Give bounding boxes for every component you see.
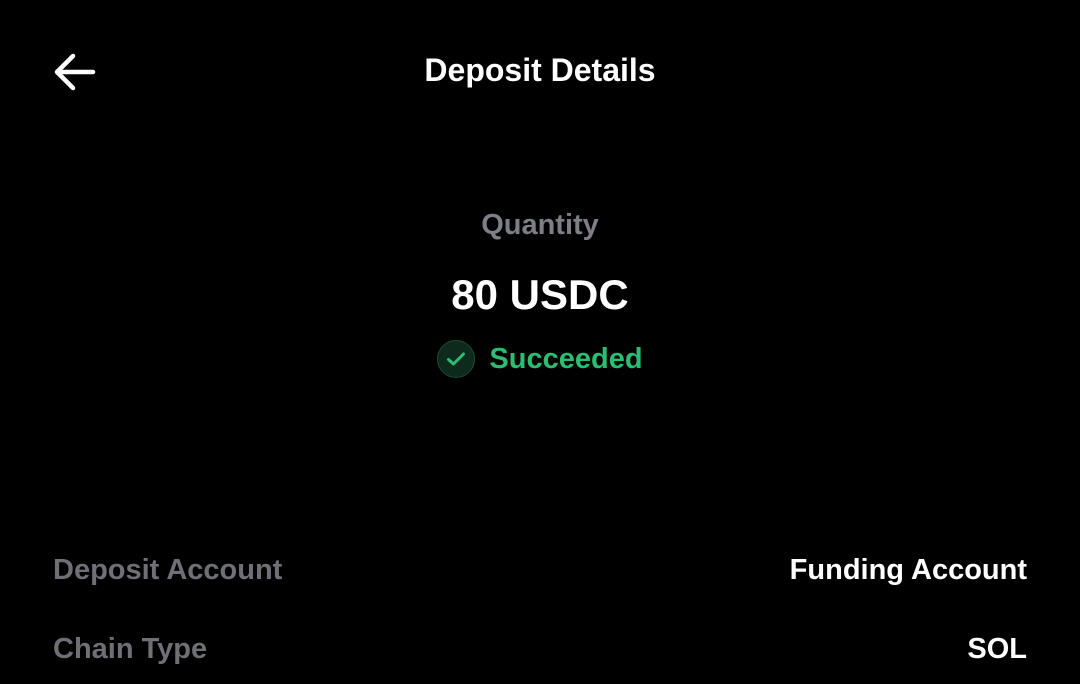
- status-text: Succeeded: [489, 343, 643, 375]
- status-badge: Succeeded: [437, 339, 643, 379]
- page-title: Deposit Details: [424, 52, 656, 88]
- detail-value: SOL: [967, 632, 1027, 665]
- detail-row-deposit-account: Deposit Account Funding Account: [53, 550, 1027, 590]
- detail-value: Funding Account: [789, 553, 1027, 586]
- detail-label: Deposit Account: [53, 553, 283, 586]
- quantity-label: Quantity: [481, 209, 599, 241]
- quantity-value: 80 USDC: [451, 271, 629, 318]
- check-circle-icon: [437, 340, 476, 378]
- detail-label: Chain Type: [53, 632, 208, 665]
- deposit-summary: Quantity 80 USDC Succeeded: [0, 205, 1080, 379]
- detail-row-chain-type: Chain Type SOL: [53, 629, 1027, 669]
